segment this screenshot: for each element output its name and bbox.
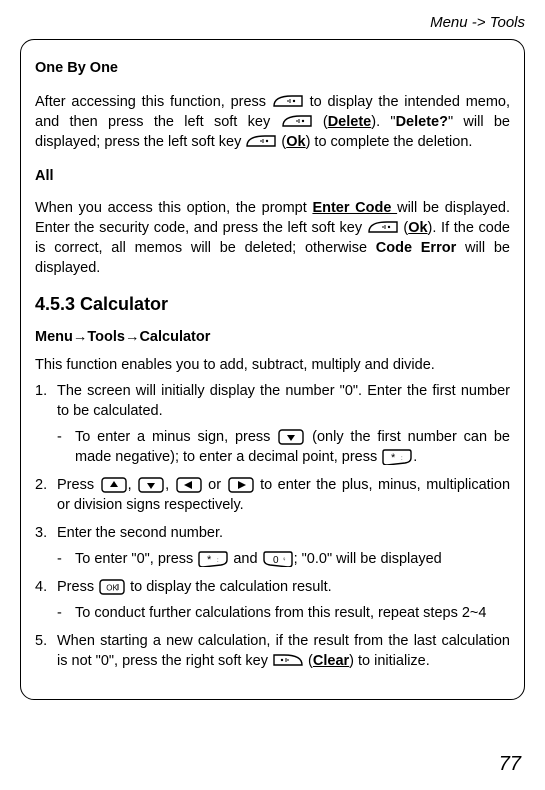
heading-calculator: 4.5.3 Calculator (35, 292, 510, 317)
list-item: 1. The screen will initially display the… (35, 381, 510, 467)
list-number: 2. (35, 475, 47, 495)
nav-up-icon (100, 476, 128, 493)
text: Enter the second number. (57, 525, 223, 541)
path-seg: Tools (87, 329, 125, 345)
dash-icon: - (57, 603, 62, 623)
dash-icon: - (57, 427, 62, 447)
list-item: 5. When starting a new calculation, if t… (35, 631, 510, 671)
text: ). " (371, 114, 395, 130)
list-number: 4. (35, 577, 47, 597)
text: Press (57, 579, 98, 595)
nav-ok-icon (98, 578, 126, 595)
text: After accessing this function, press (35, 94, 272, 110)
nav-left-icon (175, 476, 203, 493)
text: ; "0.0" will be displayed (294, 551, 442, 567)
page-content-frame: One By One After accessing this function… (20, 39, 525, 700)
zero-key-icon (262, 550, 294, 567)
list-subitem: - To conduct further calculations from t… (57, 603, 510, 623)
path-seg: Menu (35, 329, 73, 345)
para-all: When you access this option, the prompt … (35, 198, 510, 278)
star-key-icon (197, 550, 229, 567)
text: To conduct further calculations from thi… (75, 605, 486, 621)
label-ok: Ok (408, 220, 427, 236)
arrow-icon: → (125, 329, 140, 345)
label-enter-code: Enter Code (312, 200, 397, 216)
list-item: 3. Enter the second number. - To enter "… (35, 523, 510, 569)
left-softkey-icon (245, 133, 277, 150)
left-softkey-icon (272, 93, 304, 110)
list-item: 2. Press , , or to enter the plus, minus… (35, 475, 510, 515)
nav-down-icon (277, 428, 305, 445)
text: To enter a minus sign, press (75, 429, 277, 445)
label-code-error: Code Error (376, 240, 456, 256)
star-key-icon (381, 448, 413, 465)
calc-steps-list: 1. The screen will initially display the… (35, 381, 510, 671)
subhead-one-by-one: One By One (35, 58, 510, 78)
arrow-icon: → (73, 329, 88, 345)
text: The screen will initially display the nu… (57, 383, 510, 419)
right-softkey-icon (272, 652, 304, 669)
text: To enter "0", press (75, 551, 197, 567)
path-seg: Calculator (139, 329, 210, 345)
text: or (203, 477, 227, 493)
left-softkey-icon (367, 219, 399, 236)
label-ok: Ok (286, 134, 305, 150)
menu-path: Menu→Tools→Calculator (35, 327, 510, 347)
label-clear: Clear (313, 653, 349, 669)
list-subitem: - To enter a minus sign, press (only the… (57, 427, 510, 467)
left-softkey-icon (281, 113, 313, 130)
text: ) to complete the deletion. (306, 134, 473, 150)
dash-icon: - (57, 549, 62, 569)
page-number: 77 (499, 753, 521, 776)
label-delete: Delete (328, 114, 372, 130)
para-one-by-one: After accessing this function, press to … (35, 92, 510, 152)
label-delete-q: Delete? (396, 114, 448, 130)
subhead-all: All (35, 166, 510, 186)
list-subitem: - To enter "0", press and ; "0.0" will b… (57, 549, 510, 569)
text: to display the calculation result. (130, 579, 332, 595)
page-header-breadcrumb: Menu -> Tools (20, 14, 525, 31)
text: , (165, 477, 175, 493)
list-number: 5. (35, 631, 47, 651)
calc-intro: This function enables you to add, subtra… (35, 355, 510, 375)
list-number: 1. (35, 381, 47, 401)
text: When you access this option, the prompt (35, 200, 312, 216)
text: Press (57, 477, 100, 493)
list-number: 3. (35, 523, 47, 543)
text: , (128, 477, 138, 493)
text: ) to initialize. (349, 653, 430, 669)
text: and (233, 551, 261, 567)
nav-down-icon (137, 476, 165, 493)
nav-right-icon (227, 476, 255, 493)
list-item: 4. Press to display the calculation resu… (35, 577, 510, 623)
